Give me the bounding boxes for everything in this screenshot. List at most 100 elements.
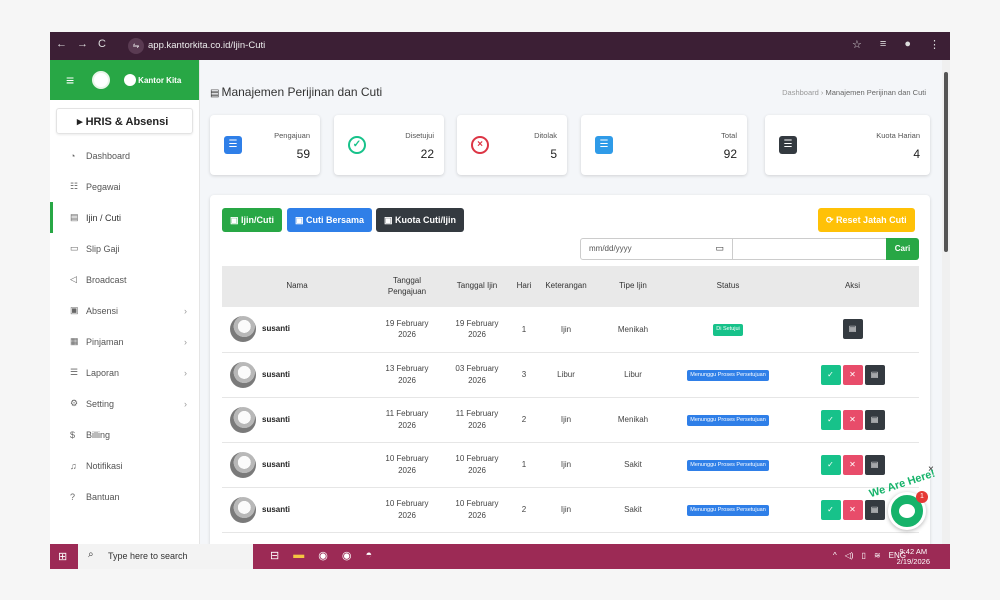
document-icon: ☰ xyxy=(595,136,613,154)
detail-button[interactable]: ▤ xyxy=(864,409,885,430)
approve-button[interactable]: ✓ xyxy=(820,409,841,430)
profile-avatar-circle[interactable] xyxy=(92,71,111,89)
cell-tanggal-ijin-line1: 19 February xyxy=(455,319,499,329)
document-icon: ▤ xyxy=(870,414,879,424)
sidebar-item-label: Notifikasi xyxy=(86,460,123,471)
reject-button[interactable]: ✕ xyxy=(842,499,863,520)
battery-icon[interactable]: ▯ xyxy=(862,551,866,560)
detail-button[interactable]: ▤ xyxy=(864,364,885,385)
cell-tipe-ijin: Menikah xyxy=(596,307,670,353)
sidebar-item-absensi[interactable]: ▣ Absensi › xyxy=(50,295,199,326)
profile-avatar[interactable]: ● xyxy=(904,38,911,51)
document-icon: ▤ xyxy=(870,459,879,469)
cell-status: Menunggu Proses Persetujuan xyxy=(670,442,786,488)
sidebar-item-pegawai[interactable]: ☷ Pegawai xyxy=(50,171,199,202)
search-button[interactable]: Cari xyxy=(886,238,919,260)
ijin-cuti-button[interactable]: ▣ Ijin/Cuti xyxy=(222,208,283,232)
forward-arrow-icon[interactable]: → xyxy=(77,38,88,50)
bookmark-star-icon[interactable]: ☆ xyxy=(852,38,862,51)
chevron-right-icon[interactable]: › xyxy=(184,306,187,316)
chevron-right-icon[interactable]: › xyxy=(184,399,187,409)
address-bar[interactable]: app.kantorkita.co.id/Ijin-Cuti xyxy=(148,40,265,51)
detail-button[interactable]: ▤ xyxy=(864,499,885,520)
stat-label: Disetujui xyxy=(405,131,434,140)
hamburger-menu-icon[interactable]: ≡ xyxy=(66,72,74,88)
user-check-icon: ✓ xyxy=(827,414,834,424)
dollar-icon: $ xyxy=(70,429,76,440)
brand-logo[interactable]: Kantor Kita xyxy=(124,74,181,86)
chat-widget-button[interactable]: 1 xyxy=(888,491,928,530)
calendar-icon[interactable]: ▭ xyxy=(715,243,724,254)
chrome-profile-icon[interactable]: ◉ xyxy=(342,549,352,562)
approve-button[interactable]: ✓ xyxy=(820,364,841,385)
chrome-icon[interactable]: ◉ xyxy=(318,549,328,562)
sidebar-item-bantuan[interactable]: ? Bantuan xyxy=(50,481,199,512)
user-check-icon: ✓ xyxy=(827,459,834,469)
status-badge: Di Setujui xyxy=(713,324,743,337)
windows-start-icon[interactable]: ⊞ xyxy=(58,550,67,563)
reject-button[interactable]: ✕ xyxy=(842,454,863,475)
document-icon: ☰ xyxy=(224,136,242,154)
tray-arrow-icon[interactable]: ^ xyxy=(833,551,837,560)
sidebar-item-billing[interactable]: $ Billing xyxy=(50,419,199,450)
approve-button[interactable]: ✓ xyxy=(820,454,841,475)
employee-name: susanti xyxy=(262,414,291,424)
employee-name: susanti xyxy=(262,369,291,379)
approve-button[interactable]: ✓ xyxy=(820,499,841,520)
user-x-icon: ✕ xyxy=(849,504,856,514)
reject-button[interactable]: ✕ xyxy=(842,364,863,385)
kuota-cuti-button[interactable]: ▣ Kuota Cuti/Ijin xyxy=(376,208,465,232)
stat-value: 59 xyxy=(296,147,310,161)
search-input[interactable] xyxy=(732,238,887,260)
detail-button[interactable]: ▤ xyxy=(842,319,863,340)
sidebar-item-slip-gaji[interactable]: ▭ Slip Gaji xyxy=(50,233,199,264)
sidebar-item-pinjaman[interactable]: ▦ Pinjaman › xyxy=(50,326,199,357)
sidebar-item-setting[interactable]: ⚙ Setting › xyxy=(50,388,199,419)
back-arrow-icon[interactable]: ← xyxy=(56,38,67,50)
sidebar-item-label: Billing xyxy=(86,429,111,440)
stat-card-disetujui: ✓ Disetujui 22 xyxy=(334,115,444,175)
tab-search-icon[interactable]: ≡ xyxy=(880,38,886,51)
sidebar-item-laporan[interactable]: ☰ Laporan › xyxy=(50,357,199,388)
sidebar-item-dashboard[interactable]: ◔ Dashboard xyxy=(50,140,199,171)
cuti-bersama-button[interactable]: ▣ Cuti Bersama xyxy=(287,208,373,232)
reload-icon[interactable]: C xyxy=(98,38,106,50)
more-menu-icon[interactable]: ⋮ xyxy=(929,38,940,51)
taskbar-search-placeholder: Type here to search xyxy=(108,551,188,561)
site-info-icon[interactable]: ⇋ xyxy=(128,38,144,54)
chrome-app-icon[interactable]: ◓ xyxy=(365,549,372,562)
taskbar-search[interactable]: ⌕ Type here to search xyxy=(78,544,253,569)
sidebar-item-broadcast[interactable]: ◁ Broadcast xyxy=(50,264,199,295)
status-badge: Menunggu Proses Persetujuan xyxy=(687,504,769,517)
cell-tanggal-ijin-line1: 10 February xyxy=(455,454,499,464)
breadcrumb-separator: › xyxy=(820,88,824,97)
task-view-icon[interactable]: ⊟ xyxy=(270,549,279,562)
cell-keterangan: Ijin xyxy=(536,487,596,533)
sidebar-item-label: Pegawai xyxy=(86,181,121,192)
scrollbar-thumb[interactable] xyxy=(944,72,948,252)
ijin-cuti-button-label: Ijin/Cuti xyxy=(241,215,275,225)
chevron-right-icon[interactable]: › xyxy=(184,368,187,378)
cell-tanggal-ijin: 19 February 2026 xyxy=(442,307,512,353)
cell-aksi: ▤ xyxy=(786,307,919,353)
reset-jatah-cuti-button[interactable]: ⟳ Reset Jatah Cuti xyxy=(818,208,915,232)
volume-icon[interactable]: ◁) xyxy=(845,551,854,560)
breadcrumb-home[interactable]: Dashboard xyxy=(782,88,819,97)
sidebar-item-ijin-cuti[interactable]: ▤ Ijin / Cuti xyxy=(50,202,199,233)
clock[interactable]: 9:42 AM 2/19/2026 xyxy=(897,547,930,567)
app-title[interactable]: ▸ HRIS & Absensi xyxy=(56,108,193,134)
col-nama: Nama xyxy=(222,266,372,307)
brand-logo-text: Kantor Kita xyxy=(138,75,182,85)
wifi-icon[interactable]: ≋ xyxy=(874,551,881,560)
detail-button[interactable]: ▤ xyxy=(864,454,885,475)
chevron-right-icon[interactable]: › xyxy=(184,337,187,347)
reject-button[interactable]: ✕ xyxy=(842,409,863,430)
monitor-icon: ▭ xyxy=(70,243,79,253)
calendar-icon: ▣ xyxy=(70,305,79,315)
main-content: ▤ Manajemen Perijinan dan Cuti Dashboard … xyxy=(200,60,940,555)
sidebar-item-notifikasi[interactable]: ♫ Notifikasi xyxy=(50,450,199,481)
col-hari: Hari xyxy=(512,266,536,307)
file-explorer-icon[interactable]: ▬ xyxy=(293,549,304,562)
date-filter-input[interactable]: mm/dd/yyyy ▭ xyxy=(580,238,733,260)
page-scrollbar[interactable] xyxy=(942,60,950,544)
